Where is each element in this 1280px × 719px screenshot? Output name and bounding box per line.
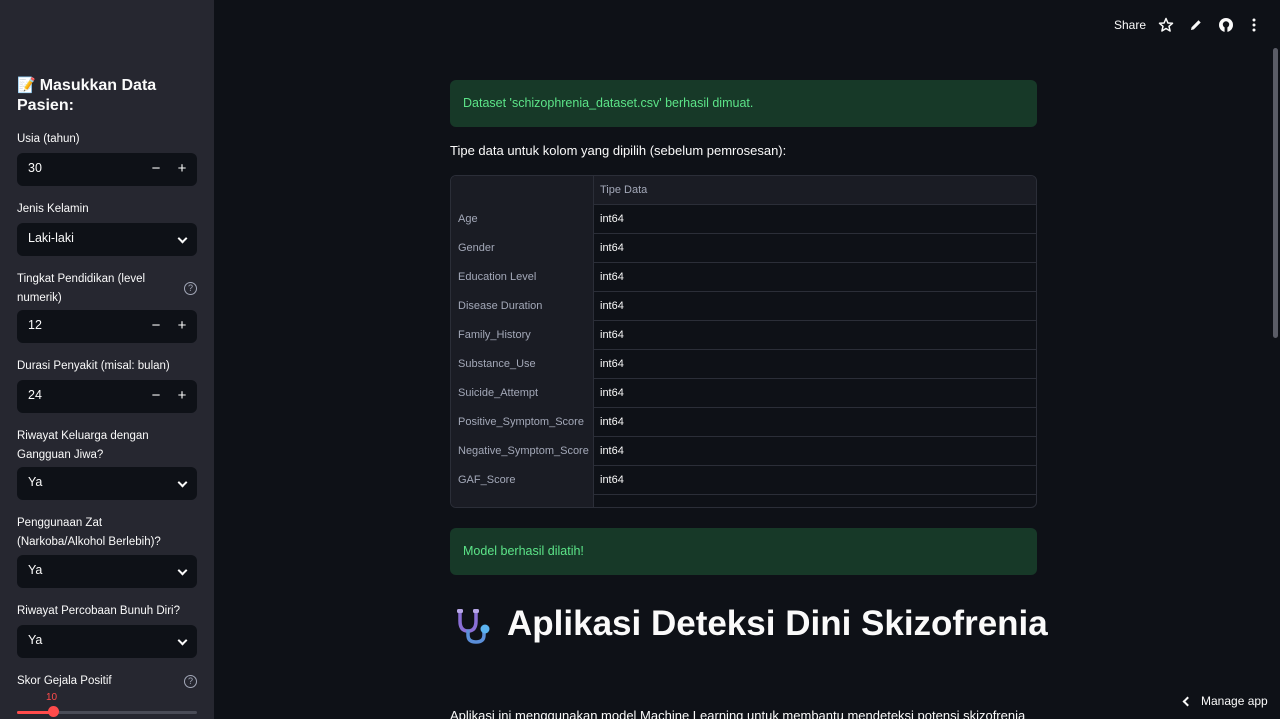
substance-use-select[interactable]: Ya: [17, 555, 197, 588]
table-row-partial: [451, 495, 1036, 507]
main-scrollbar[interactable]: [1273, 48, 1278, 338]
gender-value: Laki-laki: [28, 231, 74, 245]
age-label: Usia (tahun): [17, 133, 80, 145]
help-icon[interactable]: ?: [184, 282, 197, 295]
table-row-index: Substance_Use: [451, 350, 594, 379]
app-title: Aplikasi Deteksi Dini Skizofrenia: [507, 604, 1048, 643]
manage-app-button[interactable]: Manage app: [1172, 688, 1272, 714]
family-history-select[interactable]: Ya: [17, 467, 197, 500]
education-label: Tingkat Pendidikan (level numerik): [17, 273, 146, 304]
positive-score-value: 10: [46, 692, 58, 703]
table-row: Education Level int64: [451, 263, 1036, 292]
table-row: Gender int64: [451, 234, 1036, 263]
duration-increment-button[interactable]: +: [172, 386, 192, 406]
model-trained-alert: Model berhasil dilatih!: [450, 528, 1037, 575]
table-cell-dtype: int64: [600, 300, 624, 312]
table-cell-dtype: int64: [600, 329, 624, 341]
sidebar: 📝 Masukkan Data Pasien: Usia (tahun) 30 −…: [0, 0, 214, 719]
table-cell-dtype: int64: [600, 358, 624, 370]
education-value[interactable]: 12: [28, 318, 42, 332]
chevron-down-icon: [177, 635, 188, 646]
age-value[interactable]: 30: [28, 161, 42, 175]
app-description: Aplikasi ini menggunakan model Machine L…: [450, 708, 1026, 719]
dataset-loaded-text: Dataset 'schizophrenia_dataset.csv' berh…: [463, 96, 754, 110]
table-row-index: Negative_Symptom_Score: [451, 437, 594, 466]
github-icon[interactable]: [1218, 17, 1234, 33]
substance-use-label: Penggunaan Zat (Narkoba/Alkohol Berlebih…: [17, 517, 161, 548]
dataset-loaded-alert: Dataset 'schizophrenia_dataset.csv' berh…: [450, 80, 1037, 127]
share-button[interactable]: Share: [1114, 18, 1146, 32]
manage-app-label: Manage app: [1201, 694, 1268, 708]
table-row: Substance_Use int64: [451, 350, 1036, 379]
table-header-index: [451, 176, 594, 205]
table-header-dtype[interactable]: Tipe Data: [600, 176, 647, 205]
table-cell-dtype: int64: [600, 387, 624, 399]
dtype-caption: Tipe data untuk kolom yang dipilih (sebe…: [450, 143, 787, 158]
table-row-index: Education Level: [451, 263, 594, 292]
table-cell-dtype: int64: [600, 242, 624, 254]
table-row-index: Disease Duration: [451, 292, 594, 321]
pencil-icon[interactable]: [1189, 18, 1203, 32]
table-row-index: Age: [451, 205, 594, 234]
table-row: Family_History int64: [451, 321, 1036, 350]
substance-use-value: Ya: [28, 563, 43, 577]
chevron-down-icon: [177, 565, 188, 576]
stethoscope-icon: [457, 609, 490, 644]
age-increment-button[interactable]: +: [172, 159, 192, 179]
sidebar-title: 📝 Masukkan Data Pasien:: [17, 77, 157, 114]
table-row-index: Positive_Symptom_Score: [451, 408, 594, 437]
positive-score-slider-track[interactable]: [17, 711, 197, 714]
table-row-index: [451, 495, 594, 507]
duration-value[interactable]: 24: [28, 388, 42, 402]
duration-input[interactable]: 24 − +: [17, 380, 197, 413]
table-header-row: Tipe Data: [451, 176, 1036, 205]
table-row: Positive_Symptom_Score int64: [451, 408, 1036, 437]
suicide-attempt-value: Ya: [28, 633, 43, 647]
table-row: Negative_Symptom_Score int64: [451, 437, 1036, 466]
duration-label: Durasi Penyakit (misal: bulan): [17, 360, 170, 372]
gender-label: Jenis Kelamin: [17, 203, 89, 215]
gender-select[interactable]: Laki-laki: [17, 223, 197, 256]
table-row: Suicide_Attempt int64: [451, 379, 1036, 408]
chevron-down-icon: [177, 477, 188, 488]
table-row-index: Gender: [451, 234, 594, 263]
duration-decrement-button[interactable]: −: [146, 386, 166, 406]
table-row: Age int64: [451, 205, 1036, 234]
age-decrement-button[interactable]: −: [146, 159, 166, 179]
education-input[interactable]: 12 − +: [17, 310, 197, 343]
family-history-label: Riwayat Keluarga dengan Gangguan Jiwa?: [17, 430, 149, 461]
family-history-value: Ya: [28, 475, 43, 489]
table-row: GAF_Score int64: [451, 466, 1036, 495]
model-trained-text: Model berhasil dilatih!: [463, 544, 584, 558]
chevron-left-icon: [1182, 696, 1193, 707]
table-cell-dtype: int64: [600, 213, 624, 225]
dtype-table[interactable]: Tipe Data Age int64 Gender int64 Education L…: [450, 175, 1037, 508]
help-icon[interactable]: ?: [184, 675, 197, 688]
suicide-attempt-label: Riwayat Percobaan Bunuh Diri?: [17, 605, 181, 617]
more-vertical-icon[interactable]: [1248, 17, 1260, 33]
table-cell-dtype: int64: [600, 416, 624, 428]
education-increment-button[interactable]: +: [172, 316, 192, 336]
age-input[interactable]: 30 − +: [17, 153, 197, 186]
table-row: Disease Duration int64: [451, 292, 1036, 321]
table-cell-dtype: int64: [600, 445, 624, 457]
table-cell-dtype: int64: [600, 474, 624, 486]
suicide-attempt-select[interactable]: Ya: [17, 625, 197, 658]
table-row-index: GAF_Score: [451, 466, 594, 495]
table-row-index: Suicide_Attempt: [451, 379, 594, 408]
chevron-down-icon: [177, 233, 188, 244]
table-cell-dtype: int64: [600, 271, 624, 283]
education-decrement-button[interactable]: −: [146, 316, 166, 336]
memo-icon: 📝: [17, 77, 36, 94]
table-row-index: Family_History: [451, 321, 594, 350]
positive-score-slider-thumb[interactable]: [47, 706, 59, 717]
positive-score-label: Skor Gejala Positif: [17, 675, 112, 687]
star-icon[interactable]: [1158, 17, 1174, 33]
